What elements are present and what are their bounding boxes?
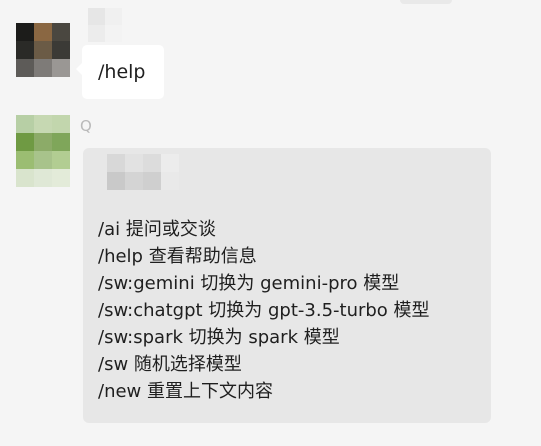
avatar-pixel xyxy=(34,133,52,151)
avatar-pixel xyxy=(16,115,34,133)
command-line-ai: /ai 提问或交谈 xyxy=(98,219,216,240)
command-line-sw-gemini: /sw:gemini 切换为 gemini-pro 模型 xyxy=(98,273,400,294)
avatar-pixel xyxy=(34,169,52,187)
avatar-pixel xyxy=(52,41,70,59)
command-line-sw-chatgpt: /sw:chatgpt 切换为 gpt-3.5-turbo 模型 xyxy=(98,300,430,321)
blur-pixel xyxy=(125,172,143,190)
command-line-sw-spark: /sw:spark 切换为 spark 模型 xyxy=(98,327,340,348)
avatar-pixel xyxy=(16,151,34,169)
avatar-pixel xyxy=(52,151,70,169)
message-text: /help xyxy=(98,61,146,83)
blur-pixel xyxy=(88,8,105,25)
avatar-pixel xyxy=(16,169,34,187)
blur-pixel xyxy=(107,172,125,190)
avatar-pixel xyxy=(16,41,34,59)
avatar[interactable] xyxy=(16,115,70,187)
avatar-pixel xyxy=(52,133,70,151)
blur-pixel xyxy=(161,172,179,190)
avatar-pixel xyxy=(16,133,34,151)
blur-pixel xyxy=(105,25,122,42)
command-line-new: /new 重置上下文内容 xyxy=(98,381,273,402)
avatar-pixel xyxy=(34,41,52,59)
reply-bubble[interactable]: /ai 提问或交谈 /help 查看帮助信息 /sw:gemini 切换为 ge… xyxy=(83,148,491,423)
avatar-pixel xyxy=(52,169,70,187)
avatar-pixel xyxy=(52,115,70,133)
blur-pixel xyxy=(88,25,105,42)
avatar-pixel xyxy=(34,59,52,77)
top-edge-element xyxy=(400,0,452,4)
avatar-pixel xyxy=(34,115,52,133)
message-bubble[interactable]: /help xyxy=(76,45,164,99)
blur-pixel xyxy=(125,154,143,172)
avatar[interactable] xyxy=(16,23,70,77)
reply-header-blurred xyxy=(107,154,179,190)
avatar-pixel xyxy=(16,59,34,77)
blur-pixel xyxy=(143,154,161,172)
command-list: /ai 提问或交谈 /help 查看帮助信息 /sw:gemini 切换为 ge… xyxy=(98,216,430,405)
avatar-pixel xyxy=(34,151,52,169)
blur-pixel xyxy=(143,172,161,190)
command-line-help: /help 查看帮助信息 xyxy=(98,246,257,267)
avatar-pixel xyxy=(34,23,52,41)
command-line-sw-random: /sw 随机选择模型 xyxy=(98,354,242,375)
avatar-pixel xyxy=(52,23,70,41)
sender-mark: Q xyxy=(80,117,92,135)
blur-pixel xyxy=(161,154,179,172)
blur-pixel xyxy=(107,154,125,172)
sender-name-blurred xyxy=(88,8,122,42)
avatar-pixel xyxy=(16,23,34,41)
avatar-pixel xyxy=(52,59,70,77)
blur-pixel xyxy=(105,8,122,25)
